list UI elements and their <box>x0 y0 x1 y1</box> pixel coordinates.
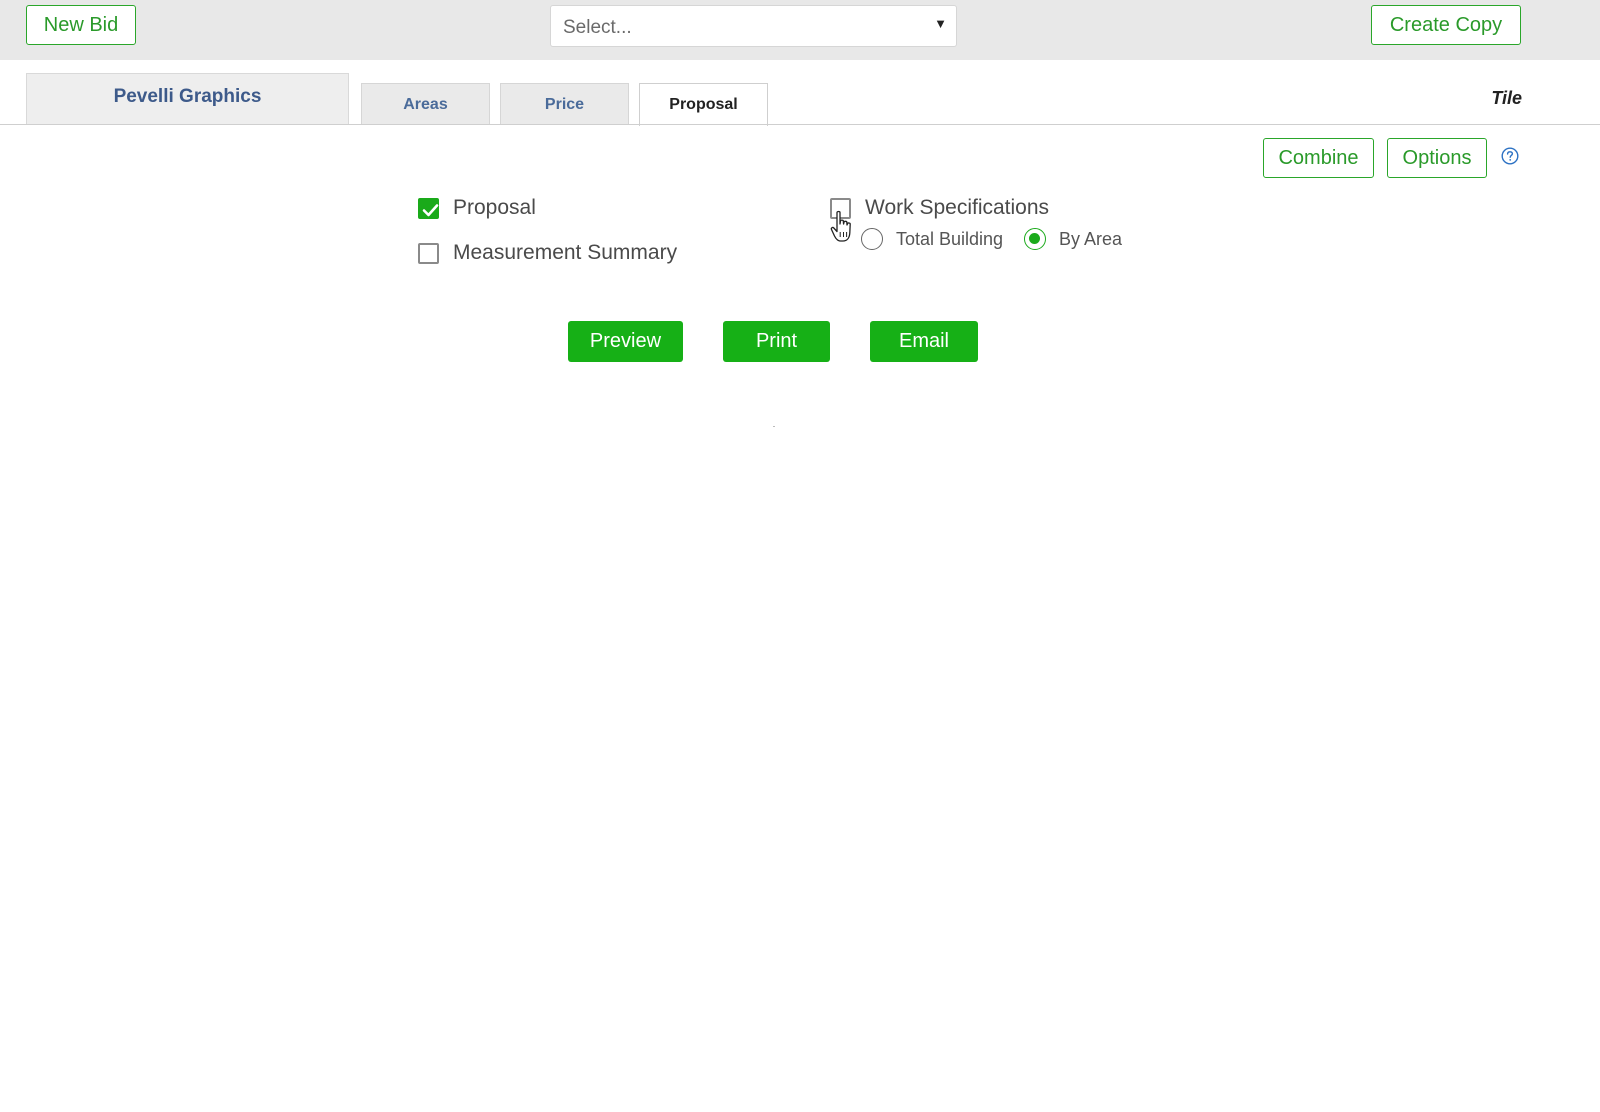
work-specifications-label: Work Specifications <box>865 196 1050 219</box>
chevron-down-icon: ▼ <box>934 16 947 31</box>
tab-proposal[interactable]: Proposal <box>639 83 768 126</box>
proposal-label: Proposal <box>453 196 536 219</box>
proposal-checkbox[interactable] <box>418 198 439 219</box>
preview-button[interactable]: Preview <box>568 321 683 362</box>
by-area-label: By Area <box>1059 229 1123 249</box>
radio-dot <box>1029 233 1040 244</box>
trade-label: Tile <box>1491 88 1522 108</box>
total-building-radio[interactable] <box>861 228 883 250</box>
print-button[interactable]: Print <box>723 321 830 362</box>
create-copy-button[interactable]: Create Copy <box>1371 5 1521 45</box>
select-placeholder: Select... <box>563 17 632 38</box>
tab-price[interactable]: Price <box>500 83 629 125</box>
total-building-label: Total Building <box>896 229 1004 249</box>
tab-areas[interactable]: Areas <box>361 83 490 125</box>
question-circle-icon[interactable] <box>1501 147 1519 165</box>
combine-button[interactable]: Combine <box>1263 138 1374 178</box>
measurement-summary-label: Measurement Summary <box>453 241 678 264</box>
hand-cursor-icon <box>830 210 851 242</box>
check-icon <box>422 204 439 217</box>
bid-select-dropdown[interactable]: Select... ▼ <box>550 5 957 47</box>
options-button[interactable]: Options <box>1387 138 1487 178</box>
by-area-radio[interactable] <box>1024 228 1046 250</box>
top-toolbar: New Bid Select... ▼ Create Copy <box>0 0 1600 60</box>
speck <box>773 426 775 427</box>
email-button[interactable]: Email <box>870 321 978 362</box>
account-name: Pevelli Graphics <box>113 86 262 107</box>
new-bid-button[interactable]: New Bid <box>26 5 136 45</box>
measurement-summary-checkbox[interactable] <box>418 243 439 264</box>
account-tab: Pevelli Graphics <box>26 73 349 125</box>
tabs-divider <box>0 124 1600 125</box>
